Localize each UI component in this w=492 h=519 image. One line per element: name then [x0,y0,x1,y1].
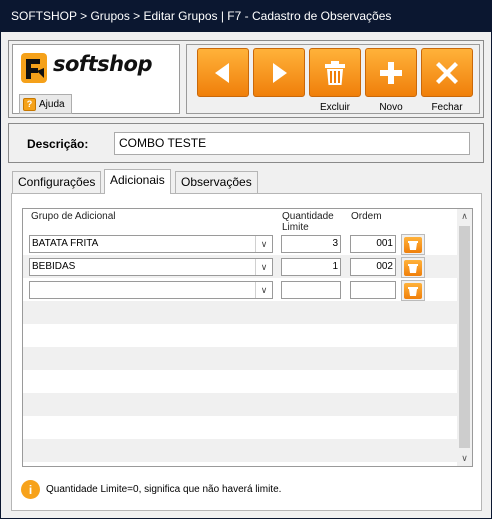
new-button[interactable] [365,48,417,97]
dropdown-chevron-icon[interactable]: ∨ [255,282,272,298]
scroll-up-arrow[interactable]: ∧ [457,209,472,224]
trash-icon [408,286,418,296]
additional-groups-grid: Grupo de Adicional Quantidade Limite Ord… [22,208,473,467]
close-x-icon [436,61,458,84]
table-row: ∨ [23,278,457,301]
tab-observacoes[interactable]: Observações [175,171,258,193]
empty-row [23,324,457,347]
empty-row [23,439,457,462]
delete-label: Excluir [319,102,350,113]
row-delete-button[interactable] [401,280,425,301]
prev-arrow-icon [215,62,229,83]
order-input[interactable]: 001 [350,235,396,253]
new-label: Novo [379,102,403,113]
close-label: Fechar [431,102,463,113]
group-dropdown[interactable]: BEBIDAS ∨ [29,258,273,276]
description-input[interactable]: COMBO TESTE [114,132,470,155]
logo-icon [21,53,47,83]
order-input[interactable] [350,281,396,299]
trash-icon [408,263,418,273]
close-button[interactable] [421,48,473,97]
order-input[interactable]: 002 [350,258,396,276]
table-row: BATATA FRITA ∨ 3 001 [23,232,457,255]
trash-icon [408,240,418,250]
delete-button[interactable] [309,48,361,97]
logo-box: softshop ? Ajuda [12,44,180,114]
tab-adicionais[interactable]: Adicionais [104,169,171,194]
description-panel: Descrição: COMBO TESTE [8,123,484,163]
tab-configuracoes[interactable]: Configurações [12,171,102,193]
header-panel: softshop ? Ajuda Excluir Novo Fechar [8,40,484,118]
next-arrow-icon [273,62,287,83]
scroll-down-arrow[interactable]: ∨ [457,451,472,466]
vertical-scrollbar[interactable]: ∧ ∨ [457,209,472,466]
trash-icon [325,60,345,85]
grid-header: Grupo de Adicional Quantidade Limite Ord… [23,209,457,233]
empty-row [23,393,457,416]
group-dropdown[interactable]: BATATA FRITA ∨ [29,235,273,253]
empty-row [23,416,457,439]
info-note: i Quantidade Limite=0, significa que não… [21,480,281,499]
group-dropdown[interactable]: ∨ [29,281,273,299]
row-delete-button[interactable] [401,257,425,278]
table-row: BEBIDAS ∨ 1 002 [23,255,457,278]
plus-icon [380,61,402,84]
help-label: Ajuda [39,98,65,110]
group-value: BEBIDAS [32,261,76,272]
empty-row [23,301,457,324]
scroll-thumb[interactable] [459,226,470,448]
dropdown-chevron-icon[interactable]: ∨ [255,236,272,252]
help-icon: ? [23,97,36,111]
logo-text: softshop [53,52,153,76]
empty-row [23,370,457,393]
softshop-logo: softshop [17,49,177,89]
main-window: softshop ? Ajuda Excluir Novo Fechar Des… [1,32,491,518]
empty-row [23,347,457,370]
tab-panel-adicionais: Grupo de Adicional Quantidade Limite Ord… [11,193,482,511]
toolbar: Excluir Novo Fechar [186,44,480,114]
window-title: SOFTSHOP > Grupos > Editar Grupos | F7 -… [0,0,492,32]
header-group: Grupo de Adicional [31,211,116,222]
description-label: Descrição: [27,137,89,151]
dropdown-chevron-icon[interactable]: ∨ [255,259,272,275]
qty-input[interactable] [281,281,341,299]
qty-input[interactable]: 1 [281,258,341,276]
header-qty: Quantidade Limite [282,211,334,233]
header-order: Ordem [351,211,382,222]
previous-button[interactable] [197,48,249,97]
next-button[interactable] [253,48,305,97]
row-delete-button[interactable] [401,234,425,255]
info-icon: i [21,480,40,499]
group-value: BATATA FRITA [32,238,99,249]
qty-input[interactable]: 3 [281,235,341,253]
help-button[interactable]: ? Ajuda [19,94,72,114]
info-text: Quantidade Limite=0, significa que não h… [46,484,282,495]
